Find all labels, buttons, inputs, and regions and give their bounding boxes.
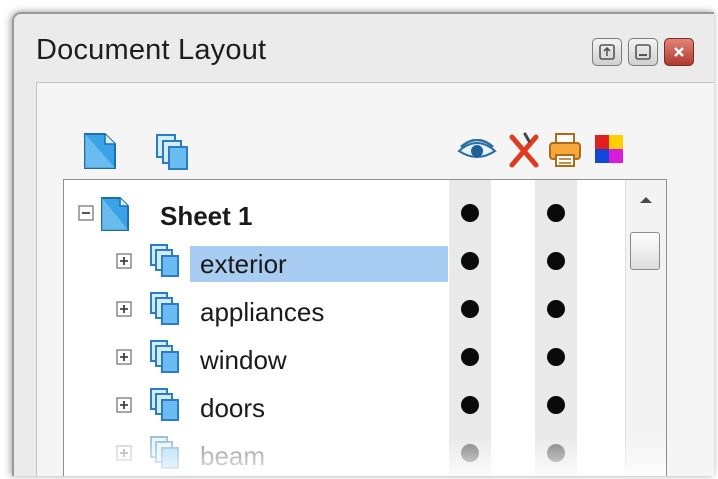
close-icon bbox=[674, 47, 684, 57]
print-dot[interactable] bbox=[547, 204, 565, 222]
layer-label: appliances bbox=[200, 297, 325, 327]
eye-icon[interactable] bbox=[457, 139, 497, 161]
expand-icon[interactable] bbox=[116, 349, 132, 365]
layer-tree: Sheet 1 exterior appliances window doors… bbox=[63, 179, 667, 476]
collapse-icon[interactable] bbox=[78, 205, 94, 221]
layer-icon bbox=[150, 388, 179, 421]
scroll-up-icon[interactable] bbox=[638, 194, 654, 206]
layer-icon bbox=[150, 436, 179, 469]
tree-row-sheet[interactable]: Sheet 1 bbox=[64, 190, 624, 238]
minimize-button[interactable] bbox=[628, 38, 658, 66]
tree-scrollbar[interactable] bbox=[625, 180, 666, 476]
visible-dot[interactable] bbox=[461, 204, 479, 222]
tree-row-layer[interactable]: window bbox=[64, 334, 624, 382]
visible-dot[interactable] bbox=[461, 444, 479, 462]
layer-label: doors bbox=[200, 393, 266, 423]
close-button[interactable] bbox=[664, 38, 694, 66]
expand-icon[interactable] bbox=[116, 397, 132, 413]
tree-row-layer[interactable]: exterior bbox=[64, 238, 624, 286]
new-sheet-icon[interactable] bbox=[83, 131, 117, 171]
expand-icon[interactable] bbox=[116, 445, 132, 461]
visible-dot[interactable] bbox=[461, 348, 479, 366]
layer-icon bbox=[150, 244, 179, 277]
tree-row-layer[interactable]: appliances bbox=[64, 286, 624, 334]
window-buttons bbox=[592, 38, 694, 66]
color-icon[interactable] bbox=[593, 133, 625, 165]
print-dot[interactable] bbox=[547, 348, 565, 366]
visible-dot[interactable] bbox=[461, 252, 479, 270]
panel-content: Sheet 1 exterior appliances window doors… bbox=[36, 82, 714, 476]
visible-dot[interactable] bbox=[461, 300, 479, 318]
print-dot[interactable] bbox=[547, 252, 565, 270]
expand-icon[interactable] bbox=[116, 253, 132, 269]
sheet-icon bbox=[101, 197, 129, 231]
layer-icon bbox=[150, 340, 179, 373]
print-dot[interactable] bbox=[547, 300, 565, 318]
print-dot[interactable] bbox=[547, 444, 565, 462]
restore-icon bbox=[599, 44, 615, 60]
layer-label: beam bbox=[200, 441, 266, 471]
layer-label: exterior bbox=[190, 246, 448, 282]
layer-icon bbox=[150, 292, 179, 325]
new-layer-icon[interactable] bbox=[155, 133, 189, 171]
visible-dot[interactable] bbox=[461, 396, 479, 414]
tree-row-layer[interactable]: doors bbox=[64, 382, 624, 430]
document-layout-panel: Document Layout Sheet 1 exterior applian… bbox=[12, 12, 714, 476]
layer-label: window bbox=[200, 345, 287, 375]
tree-row-layer[interactable]: beam bbox=[64, 430, 624, 476]
minimize-icon bbox=[635, 44, 651, 60]
print-dot[interactable] bbox=[547, 396, 565, 414]
restore-button[interactable] bbox=[592, 38, 622, 66]
print-icon[interactable] bbox=[547, 131, 583, 169]
delete-icon[interactable] bbox=[507, 131, 541, 169]
panel-title: Document Layout bbox=[36, 34, 267, 66]
sheet-label: Sheet 1 bbox=[160, 201, 253, 231]
expand-icon[interactable] bbox=[116, 301, 132, 317]
scrollbar-thumb[interactable] bbox=[630, 232, 660, 270]
